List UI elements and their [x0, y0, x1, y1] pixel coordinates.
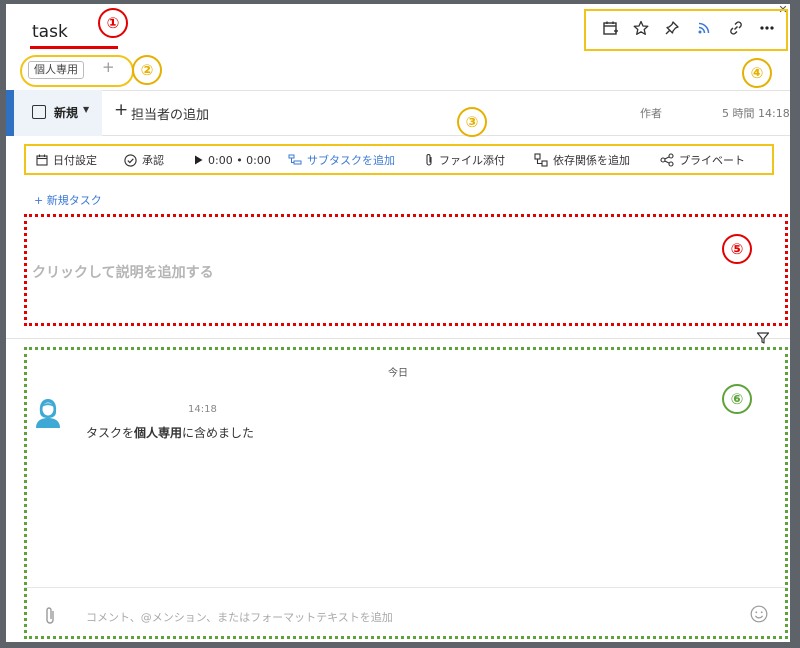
- timer-label: 0:00 • 0:00: [208, 153, 271, 167]
- title-underline-annotation: [30, 46, 118, 49]
- link-icon[interactable]: [726, 18, 746, 38]
- plus-icon[interactable]: +: [114, 100, 128, 120]
- rss-icon[interactable]: [694, 18, 714, 38]
- date-header: 今日: [388, 368, 408, 379]
- created-time: 5 時間 14:18: [722, 107, 790, 120]
- set-date-label: 日付設定: [53, 154, 97, 167]
- author-label: 作者: [640, 107, 662, 120]
- message-tag-link[interactable]: 個人専用: [134, 426, 182, 440]
- add-assignee-button[interactable]: 担当者の追加: [131, 104, 209, 123]
- add-tag-button[interactable]: +: [102, 58, 115, 76]
- comment-input[interactable]: コメント、@メンション、またはフォーマットテキストを追加: [86, 609, 393, 625]
- description-placeholder[interactable]: クリックして説明を追加する: [32, 262, 214, 282]
- section-divider: [6, 338, 790, 339]
- private-button[interactable]: プライベート: [660, 150, 745, 170]
- status-label[interactable]: 新規: [54, 104, 78, 121]
- annotation-marker-2: ②: [132, 55, 162, 85]
- tag-chip[interactable]: 個人専用: [28, 61, 84, 79]
- approve-button[interactable]: 承認: [124, 150, 164, 170]
- annotation-marker-3: ③: [457, 107, 487, 137]
- task-title[interactable]: task: [32, 22, 68, 42]
- share-icon: [660, 153, 674, 167]
- dependency-icon: [534, 153, 548, 167]
- activity-message: タスクを個人専用に含めました: [86, 424, 254, 441]
- attach-file-button[interactable]: ファイル添付: [424, 150, 505, 170]
- calendar-plus-icon[interactable]: [600, 18, 620, 38]
- private-label: プライベート: [679, 154, 745, 167]
- emoji-icon[interactable]: [750, 605, 768, 623]
- star-icon[interactable]: [631, 18, 651, 38]
- complete-checkbox[interactable]: [32, 105, 46, 119]
- timer-button[interactable]: 0:00 • 0:00: [194, 150, 271, 170]
- annotation-marker-1: ①: [98, 8, 128, 38]
- filter-icon[interactable]: [756, 331, 770, 345]
- paperclip-icon: [426, 154, 432, 166]
- message-text-after: に含めました: [182, 426, 255, 440]
- play-icon: [195, 155, 203, 165]
- attach-file-label: ファイル添付: [439, 154, 505, 167]
- add-dependency-label: 依存関係を追加: [553, 154, 630, 167]
- calendar-icon: [36, 154, 48, 166]
- message-text-before: タスクを: [86, 426, 135, 440]
- approve-label: 承認: [142, 154, 164, 167]
- pin-icon[interactable]: [662, 18, 682, 38]
- new-task-link[interactable]: + 新規タスク: [34, 192, 102, 208]
- task-window: ✕ task ① 個人専用 + ② ④ 新規 ▼ + 担当者の追加 作者 5 時…: [6, 4, 790, 642]
- status-stripe: [6, 90, 14, 136]
- annotation-marker-5: ⑤: [722, 234, 752, 264]
- caret-down-icon[interactable]: ▼: [83, 105, 89, 114]
- annotation-marker-6: ⑥: [722, 384, 752, 414]
- activity-stream: [24, 347, 788, 639]
- message-time: 14:18: [188, 404, 217, 415]
- more-icon[interactable]: [757, 18, 777, 38]
- check-circle-icon: [124, 153, 137, 167]
- composer-divider: [24, 587, 788, 588]
- user-avatar-icon[interactable]: [34, 397, 62, 429]
- paperclip-icon[interactable]: [42, 606, 58, 626]
- annotation-marker-4: ④: [742, 58, 772, 88]
- add-subtask-button[interactable]: サブタスクを追加: [288, 150, 395, 170]
- set-date-button[interactable]: 日付設定: [36, 150, 97, 170]
- add-subtask-label: サブタスクを追加: [307, 154, 395, 167]
- subtask-icon: [288, 154, 302, 165]
- add-dependency-button[interactable]: 依存関係を追加: [534, 150, 630, 170]
